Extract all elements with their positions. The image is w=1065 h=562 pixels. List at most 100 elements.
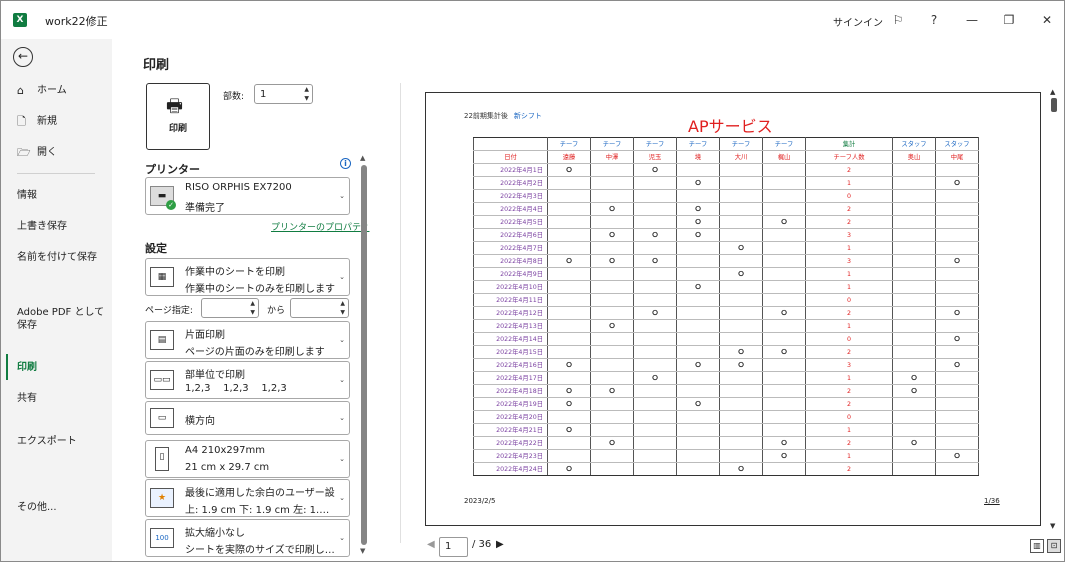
nav-item-new[interactable]: 🗋 新規 — [17, 115, 107, 128]
preview-scrollbar[interactable]: ▲ ▼ — [1048, 88, 1060, 533]
table-cell — [547, 332, 591, 346]
table-cell — [719, 215, 763, 229]
print-preview-page: 22前期集計後 新シフト APサービス チーフ チーフ チーフ チーフ チーフ チーフ 集計ス… — [425, 92, 1041, 526]
help-icon[interactable]: ? — [923, 9, 945, 31]
scroll-up-icon[interactable]: ▲ — [1050, 88, 1055, 96]
chevron-down-icon: ⌄ — [339, 534, 345, 542]
table-cell: ⭘ — [719, 462, 763, 476]
table-cell: 2022年4月2日 — [473, 176, 548, 190]
table-cell: ⭘ — [633, 163, 677, 177]
table-cell: ⭘ — [935, 332, 979, 346]
table-row: 2022年4月3日 0 — [473, 189, 979, 203]
page-from-input[interactable]: ▲ ▼ — [201, 298, 259, 318]
page-to-input[interactable]: ▲ ▼ — [290, 298, 349, 318]
table-cell — [935, 397, 979, 411]
setting-description: 1,2,3 1,2,3 1,2,3 — [185, 383, 287, 394]
feedback-icon[interactable]: ⚐ — [887, 9, 909, 31]
stepper-arrows-icon[interactable]: ▲ ▼ — [250, 299, 255, 317]
nav-item-label: 新規 — [37, 116, 57, 127]
table-cell — [633, 358, 677, 372]
open-icon: 🗁 — [17, 146, 31, 159]
zoom-to-page-icon[interactable]: ⊡ — [1047, 539, 1061, 553]
nav-item-share[interactable]: 共有 — [17, 392, 107, 405]
column-header: チーフ人数 — [805, 150, 893, 164]
circle-mark-icon: ⭘ — [954, 256, 960, 265]
scale-icon: 100 — [150, 528, 174, 548]
table-cell — [935, 228, 979, 242]
circle-mark-icon: ⭘ — [566, 399, 572, 408]
copies-stepper[interactable]: 1 ▲ ▼ — [254, 84, 313, 104]
printer-properties-link[interactable]: プリンターのプロパティ — [271, 220, 369, 233]
table-row: 2022年4月24日 ⭘ ⭘ 2 — [473, 462, 979, 476]
table-cell — [676, 332, 720, 346]
nav-item-saveas[interactable]: 名前を付けて保存 — [17, 251, 107, 264]
scroll-thumb[interactable] — [361, 165, 367, 545]
setting-sides-dropdown[interactable]: ▤ 片面印刷 ページの片面のみを印刷します ⌄ — [145, 321, 350, 359]
table-cell: ⭘ — [633, 306, 677, 320]
scroll-thumb[interactable] — [1051, 98, 1057, 112]
table-cell — [590, 462, 634, 476]
table-cell — [719, 436, 763, 450]
nav-item-pdf[interactable]: Adobe PDF として保存 — [17, 306, 107, 332]
table-cell — [676, 267, 720, 281]
table-cell: 0 — [805, 410, 893, 424]
nav-item-export[interactable]: エクスポート — [17, 435, 107, 448]
table-cell — [719, 228, 763, 242]
table-cell: 2022年4月5日 — [473, 215, 548, 229]
preview-header-link: 新シフト — [513, 112, 542, 120]
info-icon[interactable]: i — [340, 158, 351, 169]
table-row: 2022年4月11日 0 — [473, 293, 979, 307]
back-arrow-icon[interactable]: ← — [13, 47, 33, 67]
table-row: 2022年4月15日 ⭘ ⭘ 2 — [473, 345, 979, 359]
column-group-header: チーフ — [676, 137, 720, 151]
table-cell — [762, 254, 806, 268]
signin-link[interactable]: サインイン — [833, 14, 883, 29]
scroll-up-icon[interactable]: ▲ — [360, 154, 365, 162]
prev-page-icon[interactable]: ◀ — [427, 539, 435, 550]
stepper-arrows-icon[interactable]: ▲ ▼ — [304, 85, 309, 103]
show-margins-icon[interactable]: ▥ — [1030, 539, 1044, 553]
setting-margins-dropdown[interactable]: ★ 最後に適用した余白のユーザー設定 上: 1.9 cm 下: 1.9 cm 左: … — [145, 479, 350, 517]
printer-dropdown[interactable]: ▬ ✓ RISO ORPHIS EX7200 準備完了 ⌄ — [145, 177, 350, 215]
minimize-icon[interactable]: — — [961, 9, 983, 31]
table-cell: 2022年4月16日 — [473, 358, 548, 372]
setting-paper-dropdown[interactable]: ▯ A4 210x297mm 21 cm x 29.7 cm ⌄ — [145, 440, 350, 478]
table-cell: 2 — [805, 215, 893, 229]
setting-scale-dropdown[interactable]: 100 拡大縮小なし シートを実際のサイズで印刷します ⌄ — [145, 519, 350, 557]
circle-mark-icon: ⭘ — [695, 230, 701, 239]
table-cell — [633, 436, 677, 450]
page-number-input[interactable]: 1 — [439, 537, 468, 557]
table-cell — [892, 267, 936, 281]
nav-item-label: Adobe PDF として保存 — [17, 307, 105, 331]
circle-mark-icon: ⭘ — [609, 256, 615, 265]
nav-item-info[interactable]: 情報 — [17, 189, 107, 202]
setting-scope-dropdown[interactable]: ▦ 作業中のシートを印刷 作業中のシートのみを印刷します ⌄ — [145, 258, 350, 296]
table-cell: 2022年4月15日 — [473, 345, 548, 359]
table-cell — [762, 319, 806, 333]
table-cell — [590, 176, 634, 190]
setting-orient-dropdown[interactable]: ▭ 横方向 ⌄ — [145, 401, 350, 435]
stepper-arrows-icon[interactable]: ▲ ▼ — [340, 299, 345, 317]
nav-item-open[interactable]: 🗁 開く — [17, 146, 107, 159]
table-cell — [547, 280, 591, 294]
nav-item-print[interactable]: 印刷 — [17, 361, 107, 374]
print-button[interactable]: 🖶 印刷 — [146, 83, 210, 150]
nav-item-home[interactable]: ⌂ ホーム — [17, 84, 107, 97]
scroll-down-icon[interactable]: ▼ — [360, 547, 365, 555]
nav-item-label: 印刷 — [17, 362, 37, 373]
next-page-icon[interactable]: ▶ — [496, 539, 504, 550]
setting-collate-dropdown[interactable]: ▭▭ 部単位で印刷 1,2,3 1,2,3 1,2,3 ⌄ — [145, 361, 350, 399]
table-row: 2022年4月9日 ⭘ 1 — [473, 267, 979, 281]
settings-scrollbar[interactable]: ▲ ▼ — [358, 154, 370, 558]
table-cell — [633, 423, 677, 437]
nav-item-save[interactable]: 上書き保存 — [17, 220, 107, 233]
orient-icon: ▭ — [150, 408, 174, 428]
close-icon[interactable]: ✕ — [1036, 9, 1058, 31]
table-cell: 1 — [805, 280, 893, 294]
table-cell: 2022年4月11日 — [473, 293, 548, 307]
restore-icon[interactable]: ❐ — [998, 9, 1020, 31]
table-cell — [719, 189, 763, 203]
table-cell — [633, 202, 677, 216]
scroll-down-icon[interactable]: ▼ — [1050, 522, 1055, 530]
nav-item-other[interactable]: その他... — [17, 501, 107, 514]
